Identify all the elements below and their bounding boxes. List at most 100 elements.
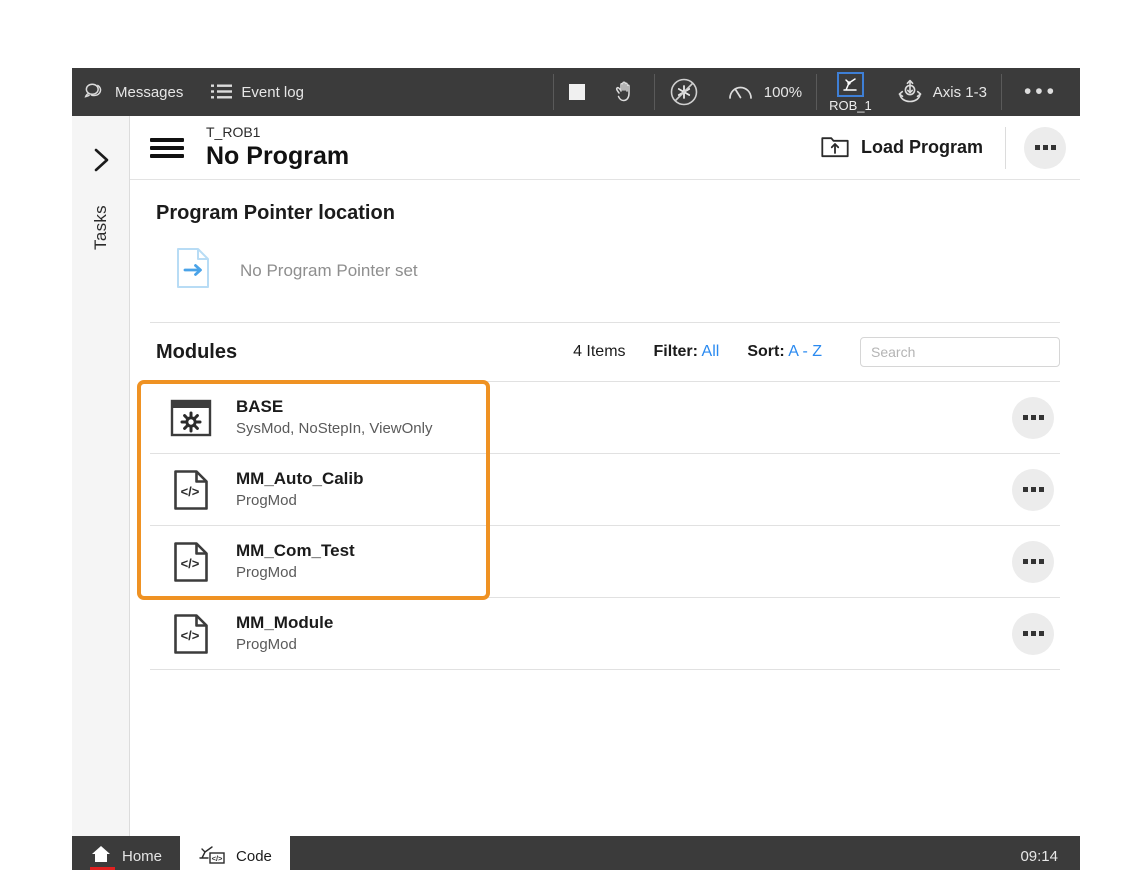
search-box[interactable] — [860, 337, 1060, 367]
system-module-icon — [162, 398, 220, 438]
header-titles: T_ROB1 No Program — [206, 123, 349, 172]
taskbar-code-label: Code — [236, 848, 272, 865]
taskbar-spacer — [290, 836, 1021, 870]
table-row[interactable]: </> MM_Module ProgMod — [150, 598, 1060, 670]
code-module-icon: </> — [162, 613, 220, 655]
message-bubble-icon — [84, 82, 106, 102]
document-arrow-icon — [176, 247, 210, 294]
module-meta: ProgMod — [236, 563, 355, 583]
taskbar-item-home[interactable]: Home — [72, 836, 180, 870]
svg-text:</>: </> — [181, 484, 200, 499]
motors-off-button[interactable] — [655, 68, 713, 116]
home-icon — [90, 844, 112, 868]
module-name: MM_Auto_Calib — [236, 468, 364, 491]
toolbar-run-group — [554, 68, 654, 116]
event-log-label: Event log — [241, 84, 304, 101]
filter-value: All — [702, 343, 720, 360]
module-text: MM_Com_Test ProgMod — [236, 540, 355, 583]
task-name: T_ROB1 — [206, 123, 349, 141]
program-pointer-row: No Program Pointer set — [150, 247, 1060, 294]
robot-label: ROB_1 — [829, 98, 872, 113]
row-more-button[interactable] — [1012, 397, 1054, 439]
toolbar-left-group: Messages Event log — [72, 68, 553, 116]
table-row[interactable]: </> MM_Com_Test ProgMod — [150, 526, 1060, 598]
axis-selector-button[interactable]: Axis 1-3 — [882, 68, 1001, 116]
ellipsis-icon — [1023, 631, 1044, 636]
header-divider — [1005, 127, 1006, 169]
module-text: MM_Auto_Calib ProgMod — [236, 468, 364, 511]
modules-header: Modules 4 Items Filter: All Sort: A - Z — [150, 323, 1060, 382]
modules-count: 4 Items — [573, 343, 625, 361]
top-toolbar: Messages Event log — [72, 68, 1080, 116]
axis-jog-icon — [896, 79, 924, 105]
toolbar-mechanical-group: ROB_1 Axis 1-3 — [817, 68, 1001, 116]
filter-control[interactable]: Filter: All — [654, 343, 720, 361]
modules-title: Modules — [156, 341, 237, 364]
ellipsis-icon — [1023, 559, 1044, 564]
tasks-rail-label: Tasks — [91, 205, 111, 250]
page-content: Program Pointer location No Program Poin… — [130, 180, 1080, 836]
speed-label: 100% — [764, 84, 802, 101]
modules-list: BASE SysMod, NoStepIn, ViewOnly — [150, 382, 1060, 670]
module-meta: ProgMod — [236, 635, 333, 655]
module-text: MM_Module ProgMod — [236, 612, 333, 655]
module-name: MM_Com_Test — [236, 540, 355, 563]
main-panel: T_ROB1 No Program Load Program — [130, 116, 1080, 836]
page-header: T_ROB1 No Program Load Program — [130, 116, 1080, 180]
table-row[interactable]: </> MM_Auto_Calib ProgMod — [150, 454, 1060, 526]
load-program-button[interactable]: Load Program — [807, 125, 997, 171]
module-name: BASE — [236, 396, 432, 419]
page-title: No Program — [206, 141, 349, 172]
event-log-button[interactable]: Event log — [197, 68, 318, 116]
code-module-icon: </> — [162, 469, 220, 511]
svg-text:</>: </> — [181, 556, 200, 571]
robot-arm-icon — [837, 72, 864, 97]
sort-value: A - Z — [788, 343, 822, 360]
messages-label: Messages — [115, 84, 183, 101]
program-pointer-status: No Program Pointer set — [240, 261, 418, 281]
sort-control[interactable]: Sort: A - Z — [747, 343, 822, 361]
folder-upload-icon — [821, 133, 849, 163]
module-meta: ProgMod — [236, 491, 364, 511]
jog-button[interactable] — [600, 68, 654, 116]
ellipsis-icon — [1023, 487, 1044, 492]
code-tab-icon: </> — [198, 842, 226, 870]
module-meta: SysMod, NoStepIn, ViewOnly — [236, 419, 432, 439]
stop-button[interactable] — [554, 68, 600, 116]
sort-label: Sort: — [747, 343, 784, 360]
motors-off-icon — [669, 77, 699, 107]
app-window: Messages Event log — [72, 68, 1080, 836]
load-program-label: Load Program — [861, 137, 983, 158]
module-name: MM_Module — [236, 612, 333, 635]
taskbar-item-code[interactable]: </> Code — [180, 836, 290, 870]
stop-square-icon — [568, 83, 586, 101]
hand-jog-icon — [614, 80, 640, 104]
ellipsis-icon: ••• — [1024, 80, 1058, 104]
tasks-rail: Tasks — [72, 116, 130, 836]
taskbar-clock: 09:14 — [1020, 836, 1080, 870]
speed-button[interactable]: 100% — [713, 68, 816, 116]
row-more-button[interactable] — [1012, 541, 1054, 583]
hamburger-menu-icon[interactable] — [150, 138, 184, 158]
toolbar-more-button[interactable]: ••• — [1002, 68, 1080, 116]
ellipsis-icon — [1035, 145, 1056, 150]
filter-label: Filter: — [654, 343, 698, 360]
app-body: Tasks T_ROB1 No Program — [72, 116, 1080, 836]
program-pointer-title: Program Pointer location — [156, 202, 1060, 225]
chevron-right-icon — [90, 161, 112, 178]
header-more-button[interactable] — [1024, 127, 1066, 169]
search-input[interactable] — [871, 344, 1049, 360]
svg-text:</>: </> — [181, 628, 200, 643]
code-module-icon: </> — [162, 541, 220, 583]
ellipsis-icon — [1023, 415, 1044, 420]
robot-selector-button[interactable]: ROB_1 — [817, 72, 882, 113]
row-more-button[interactable] — [1012, 613, 1054, 655]
messages-button[interactable]: Messages — [72, 68, 197, 116]
toolbar-status-group: 100% — [655, 68, 816, 116]
expand-tasks-button[interactable] — [90, 146, 112, 179]
table-row[interactable]: BASE SysMod, NoStepIn, ViewOnly — [150, 382, 1060, 454]
list-icon — [211, 83, 232, 101]
module-text: BASE SysMod, NoStepIn, ViewOnly — [236, 396, 432, 439]
row-more-button[interactable] — [1012, 469, 1054, 511]
axis-label: Axis 1-3 — [933, 84, 987, 101]
